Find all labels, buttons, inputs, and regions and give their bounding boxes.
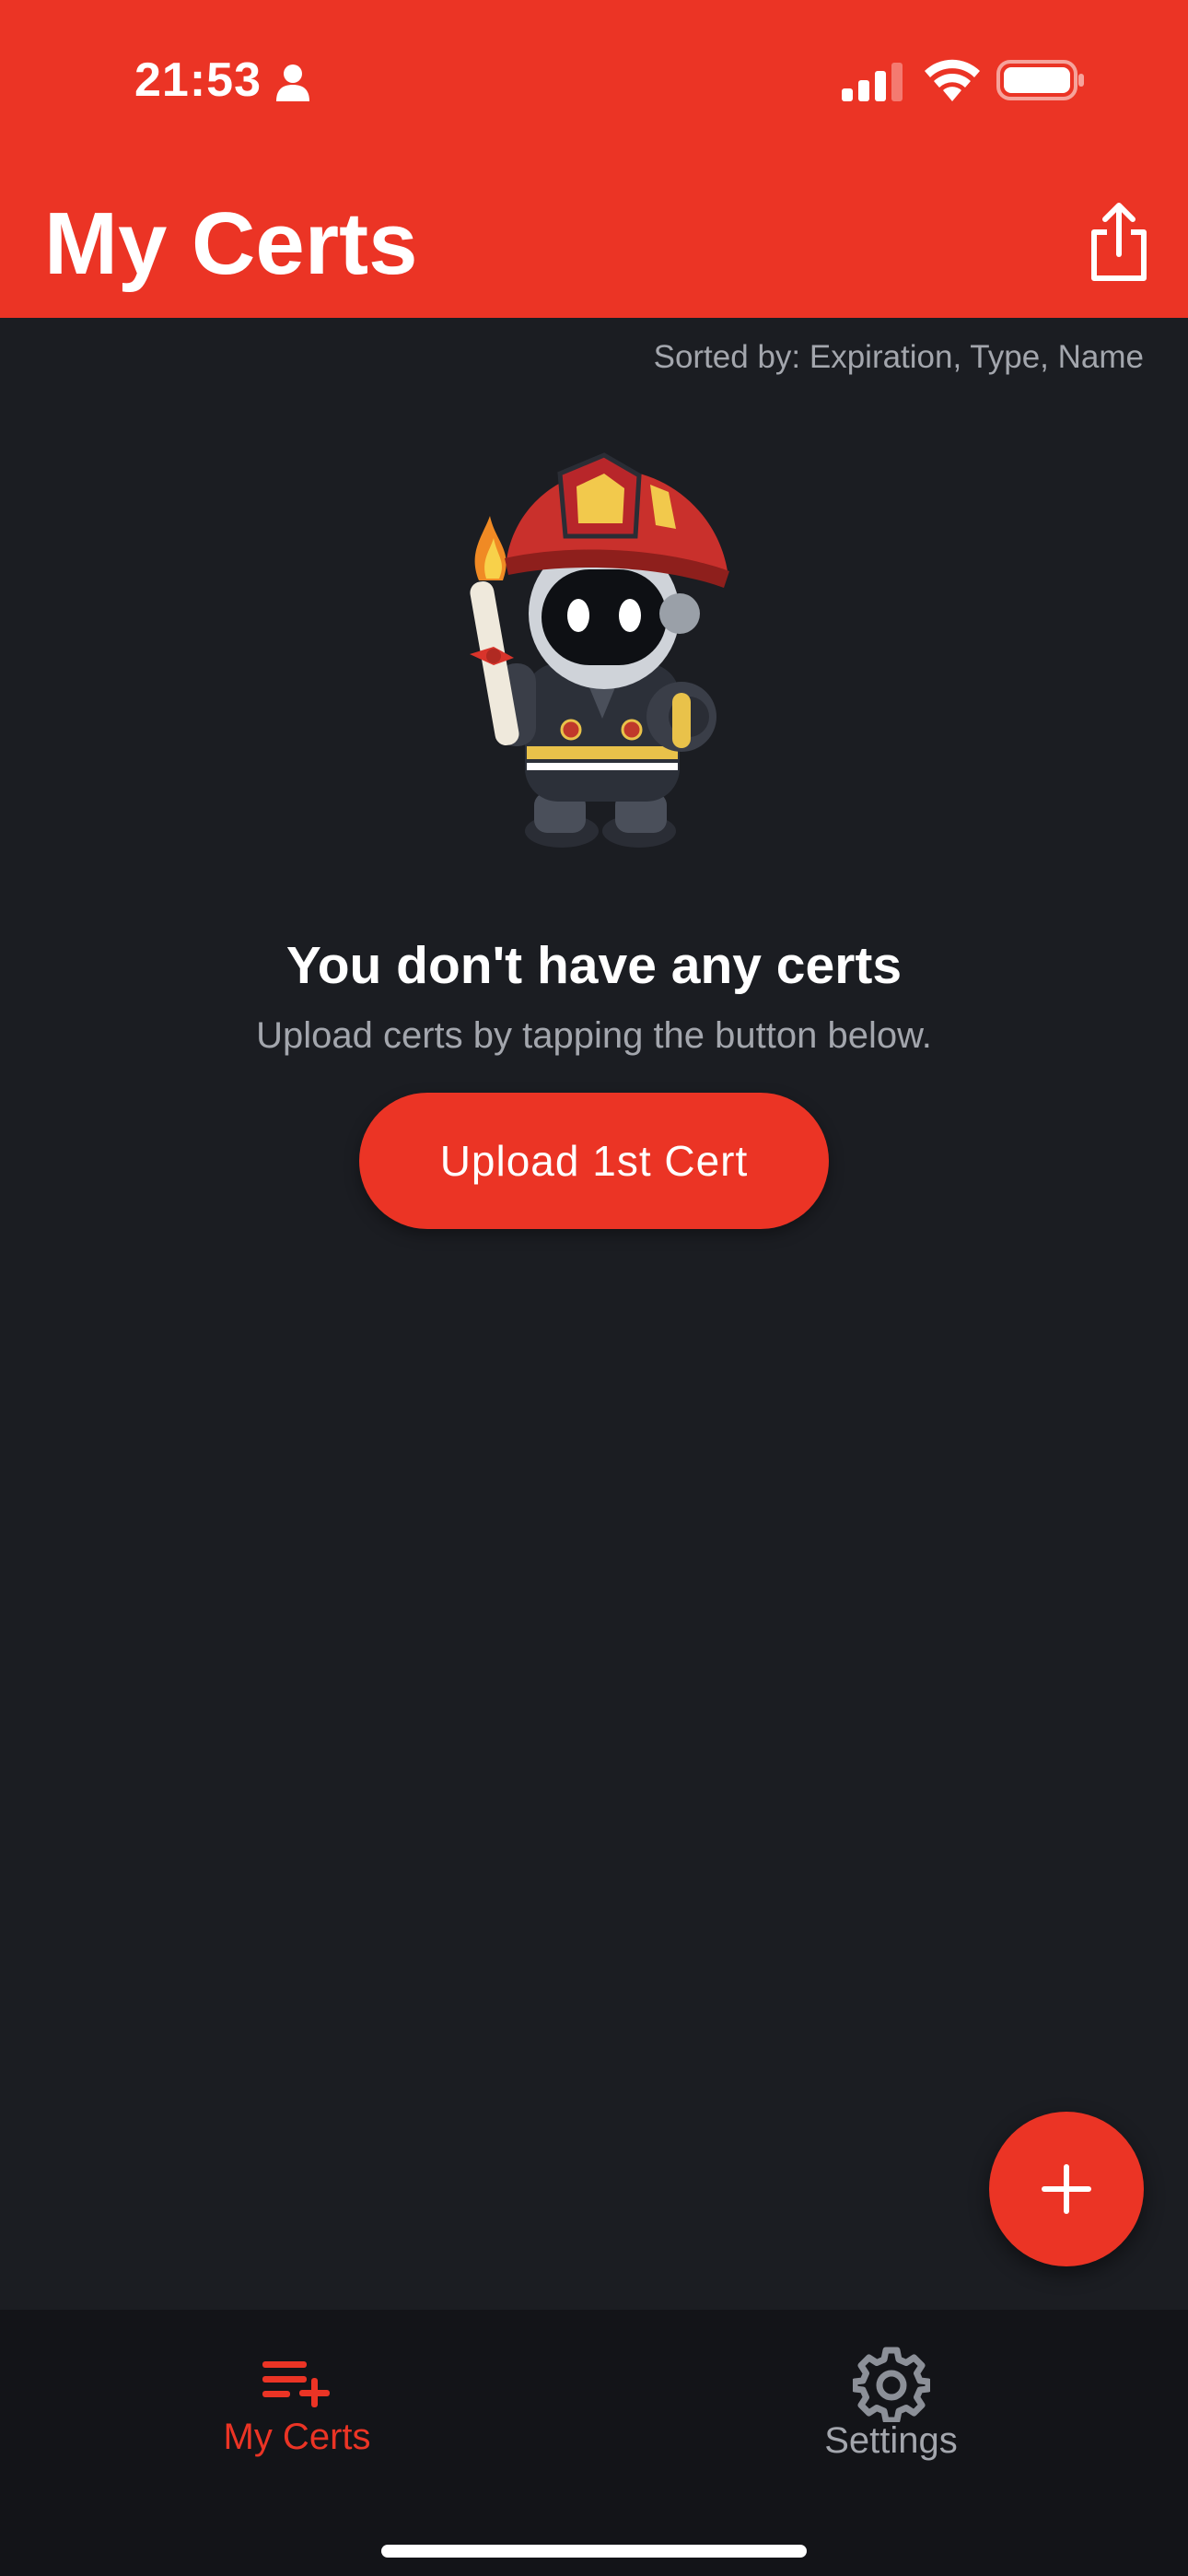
share-icon [1091, 203, 1147, 281]
list-add-icon [262, 2361, 330, 2407]
share-button[interactable] [1076, 193, 1162, 291]
tab-bar: My Certs Settings [0, 2310, 1188, 2576]
tab-my-certs[interactable]: My Certs [0, 2310, 594, 2494]
home-indicator [381, 2545, 807, 2558]
tab-settings-label: Settings [824, 2420, 958, 2461]
battery-icon [996, 60, 1084, 100]
sort-label: Sorted by: Expiration, Type, Name [653, 339, 1144, 375]
status-time: 21:53 [134, 53, 262, 107]
firefighter-robot-mascot [470, 452, 729, 848]
header: 21:53 My Certs [0, 0, 1188, 318]
signal-icon [842, 63, 903, 101]
tab-settings[interactable]: Settings [594, 2310, 1188, 2494]
wifi-icon [925, 59, 980, 101]
plus-icon [1042, 2164, 1091, 2214]
empty-state-title: You don't have any certs [285, 936, 903, 995]
empty-state-subtitle: Upload certs by tapping the button below… [256, 1015, 932, 1056]
upload-first-cert-button[interactable]: Upload 1st Cert [359, 1093, 829, 1229]
person-icon [276, 64, 309, 101]
tab-my-certs-label: My Certs [223, 2417, 371, 2457]
page-title: My Certs [44, 194, 418, 293]
add-cert-fab[interactable] [989, 2112, 1144, 2266]
gear-icon [852, 2347, 930, 2422]
